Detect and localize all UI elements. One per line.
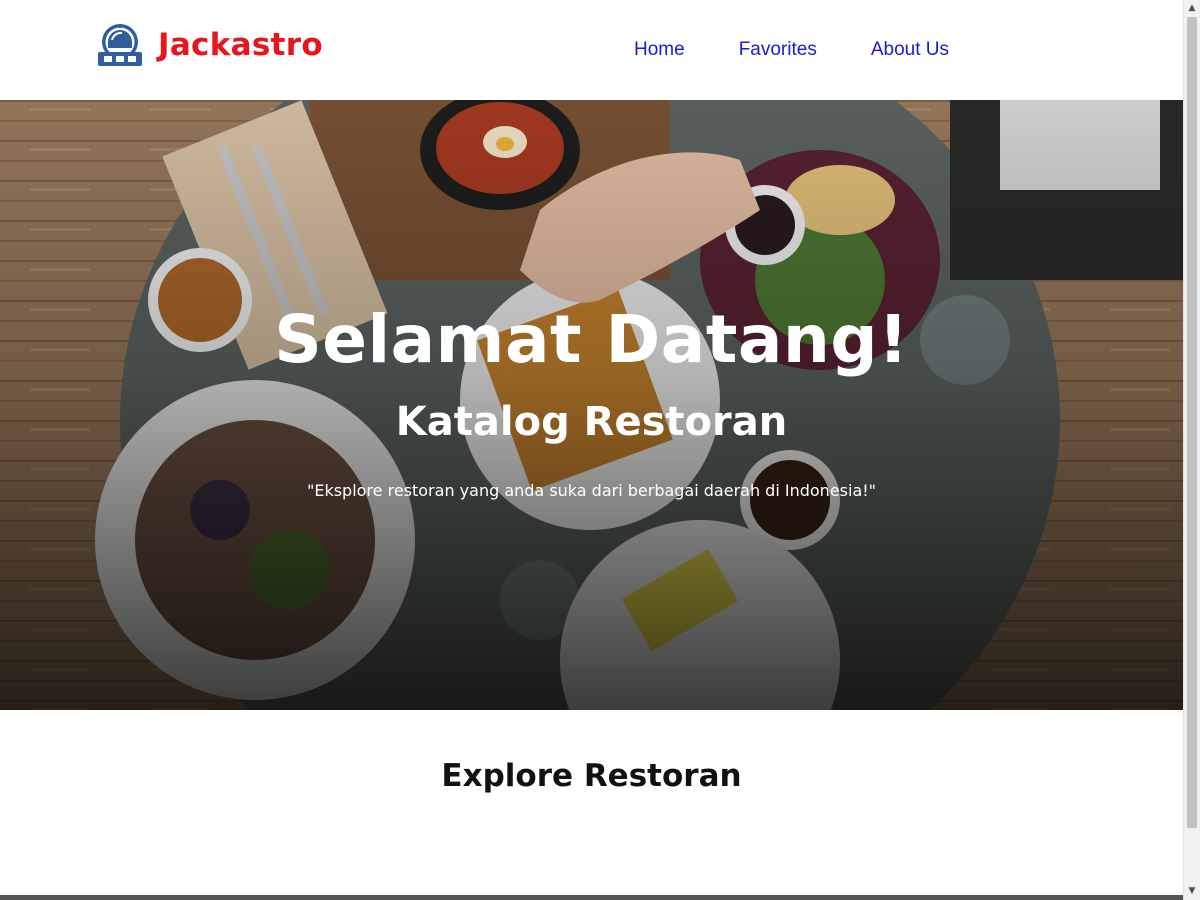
- scroll-down-arrow-icon[interactable]: ▼: [1184, 883, 1200, 900]
- nav-home[interactable]: Home: [634, 38, 685, 62]
- page-scrollbar[interactable]: ▲ ▼: [1183, 0, 1200, 900]
- site-header: Jackastro Home Favorites About Us: [0, 0, 1183, 100]
- brand-name: Jackastro: [158, 27, 323, 63]
- hero-tagline: "Eksplore restoran yang anda suka dari b…: [306, 481, 877, 500]
- explore-title: Explore Restoran: [441, 758, 742, 794]
- hero-subtitle: Katalog Restoran: [395, 399, 788, 445]
- scroll-up-arrow-icon[interactable]: ▲: [1184, 0, 1200, 17]
- nav-about-us[interactable]: About Us: [871, 38, 949, 62]
- hero-section: Selamat Datang! Katalog Restoran "Eksplo…: [0, 100, 1183, 710]
- brand-link[interactable]: Jackastro: [96, 22, 323, 68]
- main-nav: Home Favorites About Us: [634, 38, 1003, 62]
- hero-title: Selamat Datang!: [274, 301, 909, 378]
- nav-favorites[interactable]: Favorites: [739, 38, 817, 62]
- scrollbar-thumb[interactable]: [1187, 17, 1197, 828]
- astronaut-helmet-icon: [98, 24, 142, 66]
- footer-divider: [0, 895, 1183, 900]
